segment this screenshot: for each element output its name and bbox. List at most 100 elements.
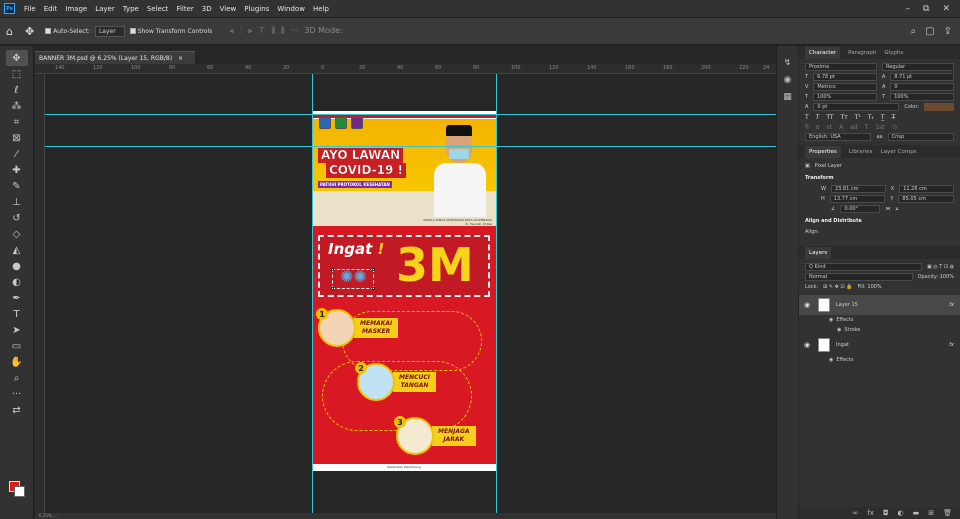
- visibility-eye-icon[interactable]: ◉: [804, 341, 812, 349]
- subscript-button[interactable]: T₁: [868, 114, 874, 121]
- magic-wand-icon[interactable]: ⁂: [6, 98, 28, 114]
- font-size-field[interactable]: 6.78 pt: [813, 73, 877, 81]
- angle-field[interactable]: 0.00°: [840, 205, 881, 213]
- dodge-tool-icon[interactable]: ◐: [6, 274, 28, 290]
- guide-horizontal[interactable]: [45, 114, 776, 115]
- layer-row[interactable]: ◉ Ingat fx: [799, 335, 960, 355]
- opentype-icon[interactable]: A: [839, 124, 843, 131]
- menu-plugins[interactable]: Plugins: [240, 5, 273, 13]
- pen-tool-icon[interactable]: ✒: [6, 290, 28, 306]
- layer-name[interactable]: Layer 15: [836, 302, 858, 308]
- add-style-icon[interactable]: fx: [867, 509, 874, 517]
- path-select-icon[interactable]: ➤: [6, 322, 28, 338]
- more-options[interactable]: ···: [291, 26, 299, 36]
- adjustment-layer-icon[interactable]: ◐: [898, 509, 904, 517]
- guide-horizontal[interactable]: [45, 146, 776, 147]
- width-field[interactable]: 23.81 cm: [830, 185, 886, 193]
- new-group-icon[interactable]: ▬: [913, 509, 920, 517]
- distribute-2-icon[interactable]: ⫼: [281, 26, 285, 36]
- flip-h-icon[interactable]: ⋈: [885, 206, 890, 212]
- x-field[interactable]: 11.26 cm: [899, 185, 955, 193]
- align-right-icon[interactable]: ⫸: [248, 26, 253, 36]
- tab-paragraph[interactable]: Paragraph: [848, 50, 876, 56]
- superscript-button[interactable]: T¹: [855, 114, 861, 121]
- close-button[interactable]: ✕: [942, 4, 950, 14]
- lock-icons[interactable]: ⊞ ✎ ✥ ⊡ 🔒: [823, 284, 852, 290]
- menu-type[interactable]: Type: [119, 5, 143, 13]
- effects-row[interactable]: ◉ Effects: [799, 315, 960, 325]
- small-caps-button[interactable]: Tᴛ: [841, 114, 848, 121]
- guide-vertical[interactable]: [496, 74, 497, 513]
- document-tab[interactable]: BANNER 3M.psd @ 6.25% (Layer 15, RGB/8) ×: [35, 51, 195, 64]
- y-field[interactable]: 85.05 cm: [898, 195, 955, 203]
- workspace-icon[interactable]: ▢: [925, 26, 934, 37]
- tab-libraries[interactable]: Libraries: [849, 149, 873, 155]
- restore-button[interactable]: ⧉: [923, 4, 929, 14]
- kerning-field[interactable]: Metrics: [813, 83, 877, 91]
- more-tools-icon[interactable]: ···: [6, 386, 28, 402]
- underline-button[interactable]: T̲: [881, 114, 885, 121]
- menu-view[interactable]: View: [216, 5, 241, 13]
- menu-select[interactable]: Select: [143, 5, 173, 13]
- link-layers-icon[interactable]: ∞: [853, 509, 859, 517]
- move-tool-icon[interactable]: ✥: [25, 25, 34, 38]
- distribute-icon[interactable]: ⫼: [271, 26, 275, 36]
- transform-header[interactable]: Transform: [805, 175, 954, 181]
- tab-layer-comps[interactable]: Layer Comps: [881, 149, 917, 155]
- search-icon[interactable]: ⌕: [911, 26, 917, 37]
- opentype-icon[interactable]: ad: [850, 124, 858, 131]
- menu-edit[interactable]: Edit: [40, 5, 62, 13]
- opacity-field[interactable]: Opacity: 100%: [918, 274, 954, 280]
- tab-glyphs[interactable]: Glyphs: [884, 50, 903, 56]
- strikethrough-button[interactable]: T̶: [892, 114, 896, 121]
- opentype-icon[interactable]: T: [865, 124, 869, 131]
- flip-v-icon[interactable]: ⨲: [895, 206, 898, 212]
- menu-filter[interactable]: Filter: [172, 5, 197, 13]
- rectangle-tool-icon[interactable]: ▭: [6, 338, 28, 354]
- resize-handle[interactable]: [372, 287, 375, 290]
- align-top-icon[interactable]: ⊤: [258, 26, 265, 36]
- opentype-icon[interactable]: 1st: [875, 124, 884, 131]
- blur-tool-icon[interactable]: ●: [6, 258, 28, 274]
- align-left-icon[interactable]: ⫷: [229, 26, 234, 36]
- auto-select-dropdown[interactable]: Layer: [94, 25, 125, 37]
- visibility-eye-icon[interactable]: ◉: [804, 301, 812, 309]
- leading-field[interactable]: 8.71 pt: [890, 73, 955, 81]
- font-style-select[interactable]: Regular: [882, 63, 954, 71]
- menu-file[interactable]: File: [20, 5, 40, 13]
- opentype-icon[interactable]: st: [826, 124, 831, 131]
- clone-stamp-icon[interactable]: ⊥: [6, 194, 28, 210]
- opentype-icon[interactable]: fi: [805, 124, 809, 131]
- hscale-field[interactable]: 100%: [890, 93, 954, 101]
- menu-window[interactable]: Window: [273, 5, 309, 13]
- zoom-tool-icon[interactable]: ⌕: [6, 370, 28, 386]
- height-field[interactable]: 13.77 cm: [829, 195, 886, 203]
- zoom-level[interactable]: 6.25%: [39, 513, 52, 518]
- fill-field[interactable]: Fill: 100%: [857, 284, 881, 290]
- color-swatch[interactable]: [924, 103, 954, 111]
- font-family-select[interactable]: Proxima: [805, 63, 877, 71]
- align-center-icon[interactable]: ⫶: [240, 26, 242, 36]
- faux-bold-button[interactable]: T: [805, 114, 809, 121]
- menu-layer[interactable]: Layer: [91, 5, 119, 13]
- blend-mode-select[interactable]: Normal: [805, 273, 913, 281]
- auto-select-checkbox[interactable]: Auto-Select:: [45, 28, 90, 35]
- swap-colors-icon[interactable]: ⇄: [6, 402, 28, 418]
- layer-name[interactable]: Ingat: [836, 342, 849, 348]
- selection-bounding-box[interactable]: [331, 268, 375, 290]
- align-header[interactable]: Align and Distribute: [805, 218, 954, 224]
- crop-tool-icon[interactable]: ⌗: [6, 114, 28, 130]
- close-tab-icon[interactable]: ×: [178, 55, 183, 62]
- all-caps-button[interactable]: TT: [826, 114, 833, 121]
- home-icon[interactable]: ⌂: [6, 25, 13, 38]
- history-panel-icon[interactable]: ↯: [784, 58, 792, 68]
- healing-brush-icon[interactable]: ✚: [6, 162, 28, 178]
- new-layer-icon[interactable]: ⊞: [928, 509, 934, 517]
- vscale-field[interactable]: 100%: [813, 93, 877, 101]
- fx-icon[interactable]: fx: [949, 302, 960, 308]
- add-mask-icon[interactable]: ◘: [883, 509, 889, 517]
- minimize-button[interactable]: –: [906, 4, 911, 14]
- marquee-tool-icon[interactable]: ⬚: [6, 66, 28, 82]
- history-brush-icon[interactable]: ↺: [6, 210, 28, 226]
- eye-icon[interactable]: ◉: [829, 317, 833, 323]
